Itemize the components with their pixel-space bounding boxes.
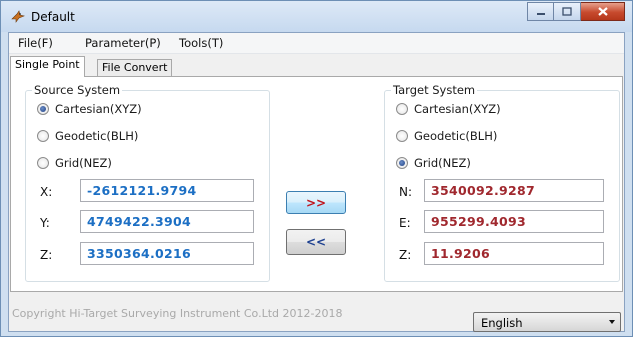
source-system-group: Source System Cartesian(XYZ) Geodetic(BL…	[25, 83, 270, 282]
close-button[interactable]	[581, 2, 625, 21]
window-controls	[527, 2, 625, 21]
menu-file[interactable]: File(F)	[18, 36, 53, 50]
source-x-label: X:	[40, 185, 53, 199]
convert-forward-button[interactable]: >>	[286, 191, 346, 214]
target-z-input[interactable]: 11.9206	[424, 242, 604, 265]
source-x-input[interactable]: -2612121.9794	[80, 179, 254, 202]
radio-selected-dot	[40, 106, 46, 112]
source-option-label: Geodetic(BLH)	[55, 129, 139, 143]
language-select[interactable]: English	[473, 312, 621, 332]
window-title: Default	[31, 10, 75, 24]
application-window: Default File(F) Parameter(P) Tools(T) Si…	[0, 0, 633, 337]
target-option-grid[interactable]: Grid(NEZ)	[396, 156, 471, 170]
source-option-grid[interactable]: Grid(NEZ)	[37, 156, 112, 170]
target-option-geodetic[interactable]: Geodetic(BLH)	[396, 129, 497, 143]
convert-backward-button[interactable]: <<	[286, 229, 346, 255]
source-y-input[interactable]: 4749422.3904	[80, 210, 254, 233]
source-y-label: Y:	[40, 216, 50, 230]
title-bar[interactable]: Default	[1, 1, 632, 32]
status-bar: Copyright Hi-Target Surveying Instrument…	[9, 297, 624, 333]
minimize-icon	[536, 12, 545, 15]
radio-button[interactable]	[37, 130, 49, 142]
target-n-label: N:	[399, 185, 413, 199]
close-icon	[597, 7, 608, 16]
language-value: English	[481, 316, 523, 330]
radio-button[interactable]	[396, 103, 408, 115]
target-option-label: Cartesian(XYZ)	[414, 102, 501, 116]
radio-button[interactable]	[37, 103, 49, 115]
radio-selected-dot	[399, 160, 405, 166]
single-point-panel: Source System Cartesian(XYZ) Geodetic(BL…	[10, 76, 623, 292]
target-e-label: E:	[399, 216, 411, 230]
target-system-title: Target System	[391, 83, 478, 97]
source-option-cartesian[interactable]: Cartesian(XYZ)	[37, 102, 142, 116]
target-system-group: Target System Cartesian(XYZ) Geodetic(BL…	[384, 83, 620, 282]
maximize-button[interactable]	[554, 2, 581, 21]
maximize-icon	[562, 7, 572, 16]
target-option-label: Grid(NEZ)	[414, 156, 471, 170]
radio-button[interactable]	[396, 157, 408, 169]
source-option-label: Cartesian(XYZ)	[55, 102, 142, 116]
source-option-geodetic[interactable]: Geodetic(BLH)	[37, 129, 138, 143]
tab-strip: Single Point File Convert	[9, 55, 624, 77]
target-option-label: Geodetic(BLH)	[414, 129, 498, 143]
tab-file-convert[interactable]: File Convert	[97, 59, 173, 76]
chevron-down-icon	[609, 320, 615, 324]
source-system-title: Source System	[32, 83, 123, 97]
tab-single-point[interactable]: Single Point	[10, 56, 85, 77]
minimize-button[interactable]	[527, 2, 554, 21]
menu-tools[interactable]: Tools(T)	[179, 36, 223, 50]
client-area: File(F) Parameter(P) Tools(T) Single Poi…	[8, 32, 625, 332]
radio-button[interactable]	[396, 130, 408, 142]
copyright-text: Copyright Hi-Target Surveying Instrument…	[12, 307, 343, 320]
menu-parameter[interactable]: Parameter(P)	[85, 36, 161, 50]
radio-button[interactable]	[37, 157, 49, 169]
target-z-label: Z:	[399, 248, 412, 262]
source-z-input[interactable]: 3350364.0216	[80, 242, 254, 265]
target-n-input[interactable]: 3540092.9287	[424, 179, 604, 202]
target-option-cartesian[interactable]: Cartesian(XYZ)	[396, 102, 501, 116]
app-bird-icon	[11, 10, 25, 23]
menu-bar: File(F) Parameter(P) Tools(T)	[9, 33, 624, 54]
target-e-input[interactable]: 955299.4093	[424, 210, 604, 233]
source-z-label: Z:	[40, 248, 53, 262]
source-option-label: Grid(NEZ)	[55, 156, 112, 170]
